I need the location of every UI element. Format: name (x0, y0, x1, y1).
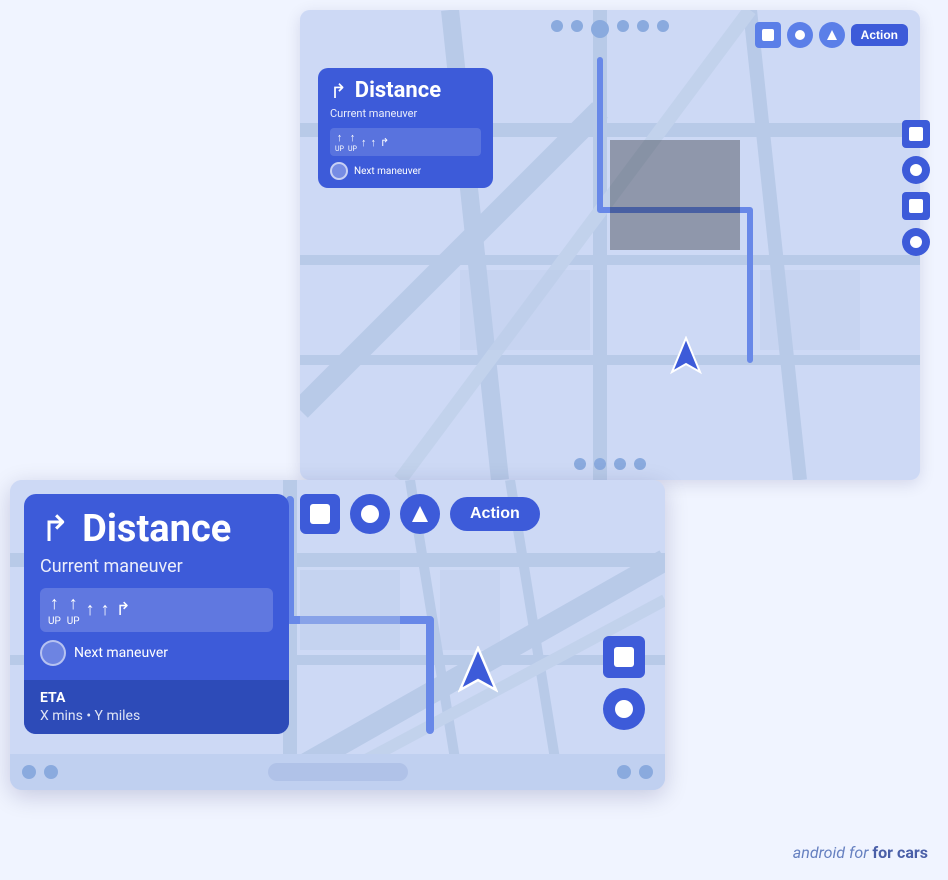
dot (614, 458, 626, 470)
small-circle-button[interactable] (787, 22, 813, 48)
large-action-bar: Action (300, 494, 540, 534)
small-maneuver: Current maneuver (330, 107, 481, 120)
large-nav-main: ↱ Distance Current maneuver ↑ UP ↑ UP ↑ … (24, 494, 289, 680)
bottom-dot (22, 765, 36, 779)
small-nav-card: ↱ Distance Current maneuver ↑ UP ↑ UP ↑ … (318, 68, 493, 188)
brand-for: for (849, 843, 872, 862)
large-nav-title: ↱ Distance (40, 508, 273, 550)
brand-prefix: android (793, 843, 845, 862)
small-lane-item: ↱ (380, 136, 389, 149)
dot (657, 20, 669, 32)
small-next-dot (330, 162, 348, 180)
large-lane-item: ↑ UP (48, 593, 61, 627)
small-lane-arrow: ↑ (350, 131, 356, 144)
large-lane-arrow: ↱ (116, 599, 131, 620)
large-lane-label: UP (48, 616, 61, 627)
small-lane-arrow: ↑ (337, 131, 343, 144)
right-side-buttons (902, 120, 930, 256)
side-square-btn2[interactable] (902, 192, 930, 220)
small-distance: Distance (355, 78, 441, 103)
small-action-button[interactable]: Action (851, 24, 908, 46)
large-circle-button[interactable] (350, 494, 390, 534)
large-eta-section: ETA X mins • Y miles (24, 680, 289, 734)
large-lane-item: ↑ UP (67, 593, 80, 627)
small-next-label: Next maneuver (354, 166, 421, 177)
small-nav-arrow (670, 336, 702, 380)
large-float-square[interactable] (603, 636, 645, 678)
brand-suffix: for cars (872, 843, 928, 862)
large-action-button[interactable]: Action (450, 497, 540, 531)
small-lane-label: UP (348, 145, 357, 153)
large-turn-icon: ↱ (40, 508, 70, 550)
eta-label: ETA (40, 690, 273, 706)
large-next-maneuver: Next maneuver (40, 640, 273, 670)
small-lane-label: UP (335, 145, 344, 153)
large-lane-item: ↱ (116, 599, 131, 620)
small-next-maneuver: Next maneuver (330, 162, 481, 180)
bottom-dot (44, 765, 58, 779)
large-maneuver: Current maneuver (40, 556, 273, 578)
small-triangle-button[interactable] (819, 22, 845, 48)
large-lane-arrow: ↑ (101, 599, 110, 620)
large-distance: Distance (82, 510, 231, 548)
small-turn-icon: ↱ (330, 79, 347, 103)
small-lane-item: ↑ UP (335, 131, 344, 153)
large-float-circle[interactable] (603, 688, 645, 730)
eta-value: X mins • Y miles (40, 708, 273, 724)
small-lane-arrow: ↑ (370, 136, 376, 149)
dot (617, 20, 629, 32)
large-lane-label: UP (67, 616, 80, 627)
side-square-btn[interactable] (902, 120, 930, 148)
dot (551, 20, 563, 32)
large-lane-row: ↑ UP ↑ UP ↑ ↑ ↱ (40, 588, 273, 632)
large-lane-arrow: ↑ (69, 593, 78, 614)
bottom-pill (268, 763, 408, 781)
large-nav-arrow (458, 646, 498, 700)
bottom-dot (617, 765, 631, 779)
large-lane-item: ↑ (101, 599, 110, 620)
small-action-bar: Action (755, 22, 908, 48)
large-square-button[interactable] (300, 494, 340, 534)
small-lane-row: ↑ UP ↑ UP ↑ ↑ ↱ (330, 128, 481, 156)
small-lane-arrow: ↑ (361, 136, 367, 149)
large-triangle-button[interactable] (400, 494, 440, 534)
dot (574, 458, 586, 470)
bottom-dots-left (22, 765, 58, 779)
large-lane-arrow: ↑ (50, 593, 59, 614)
small-bottom-dots (300, 458, 920, 470)
large-next-label: Next maneuver (74, 645, 168, 661)
small-square-button[interactable] (755, 22, 781, 48)
small-lane-item: ↑ (361, 136, 367, 149)
large-float-buttons (603, 636, 645, 730)
bottom-dots-right (617, 765, 653, 779)
large-bottom-bar (10, 754, 665, 790)
large-next-dot (40, 640, 66, 666)
side-circle-btn[interactable] (902, 156, 930, 184)
small-screen: Action ↱ Distance Current maneuver ↑ UP … (300, 10, 920, 480)
small-lane-item: ↑ (370, 136, 376, 149)
dot (591, 20, 609, 38)
side-circle-btn2[interactable] (902, 228, 930, 256)
dot (594, 458, 606, 470)
large-lane-arrow: ↑ (86, 599, 95, 620)
dot (637, 20, 649, 32)
brand-text: android for for cars (793, 843, 928, 862)
large-nav-card: ↱ Distance Current maneuver ↑ UP ↑ UP ↑ … (24, 494, 289, 734)
large-screen: Action ↱ Distance Current maneuver ↑ UP … (10, 480, 665, 790)
bottom-dot (639, 765, 653, 779)
dot (571, 20, 583, 32)
large-lane-item: ↑ (86, 599, 95, 620)
small-lane-arrow: ↱ (380, 136, 389, 149)
small-nav-title: ↱ Distance (330, 78, 481, 103)
small-lane-item: ↑ UP (348, 131, 357, 153)
dot (634, 458, 646, 470)
